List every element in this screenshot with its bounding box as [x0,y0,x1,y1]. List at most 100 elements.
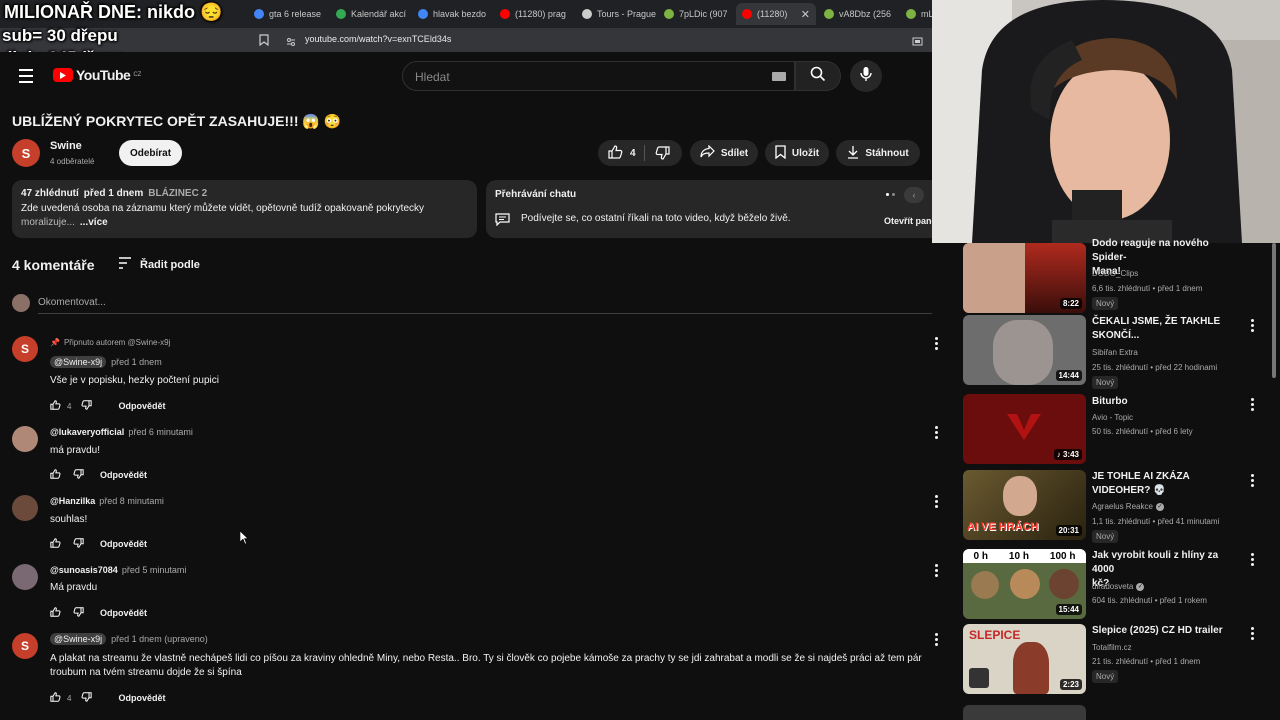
cast-icon[interactable] [912,34,923,52]
video-thumbnail[interactable]: 8:22 [963,243,1086,313]
reply-button[interactable]: Odpovědět [100,539,147,549]
comment-time[interactable]: před 6 minutami [128,427,193,437]
open-chat-button[interactable]: Otevřít pane [876,213,932,229]
comment-author[interactable]: @sunoasis7084 [50,565,118,575]
video-channel[interactable]: DODO_Clips [1092,269,1138,278]
comment-menu-icon[interactable] [935,337,938,350]
browser-tab[interactable]: 7pLDic (907 [658,3,736,25]
share-button[interactable]: Sdílet [690,140,758,166]
browser-tab-active[interactable]: (11280) ✕ [736,3,816,25]
video-title: UBLÍŽENÝ POKRYTEC OPĚT ZASAHUJE!!! 😱 😳 [12,113,342,129]
tab-favicon-icon [336,9,346,19]
video-channel[interactable]: Totalfilm.cz [1092,643,1132,652]
thumbs-down-icon[interactable] [81,689,93,707]
browser-tab[interactable]: (11280) prag [494,3,576,25]
tab-favicon-icon [664,9,674,19]
comment-avatar[interactable] [12,564,38,590]
search-input[interactable]: Hledat [402,61,795,91]
comment-avatar[interactable]: S [12,336,38,362]
video-channel[interactable]: Agraelus Reakce ✓ [1092,502,1164,511]
video-thumbnail[interactable]: SLEPICE 2:23 [963,624,1086,694]
browser-tab[interactable]: Tours - Prague [576,3,658,25]
video-thumbnail[interactable]: 14:44 [963,315,1086,385]
thumbs-up-icon[interactable] [50,689,61,707]
thumbs-up-icon[interactable] [50,466,61,484]
comment-author[interactable]: @Hanzilka [50,496,95,506]
comment-menu-icon[interactable] [935,633,938,646]
video-title[interactable]: ČEKALI JSME, ŽE TAKHLE SKONČÍ... [1092,315,1242,343]
reply-button[interactable]: Odpovědět [118,401,165,411]
tab-close-icon[interactable]: ✕ [801,8,810,21]
thumbs-down-icon[interactable] [73,604,84,622]
video-thumbnail[interactable]: ♪ 3:43 [963,394,1086,464]
site-info-icon[interactable] [286,34,296,52]
comment-avatar[interactable]: S [12,633,38,659]
comment-time[interactable]: před 1 dnem [111,357,162,367]
voice-search-button[interactable] [850,60,882,92]
description-box[interactable]: 47 zhlédnutí před 1 dnem BLÁZINEC 2 Zde … [12,180,477,238]
browser-tab[interactable]: Kalendář akcí [330,3,412,25]
thumbs-down-icon[interactable] [73,535,84,553]
comment-text-line1: A plakat na streamu že vlastně nechápeš … [50,653,922,664]
bookmark-icon[interactable] [259,33,269,51]
video-thumbnail-partial[interactable] [963,705,1086,720]
comment-menu-icon[interactable] [935,564,938,577]
browser-tab[interactable]: vA8Dbz (256 [818,3,900,25]
video-meta: 25 tis. zhlédnutí • před 22 hodinami [1092,363,1218,372]
video-menu-icon[interactable] [1251,319,1254,332]
thumbs-down-icon[interactable] [81,397,93,415]
video-channel[interactable]: diradosveta ✓ [1092,582,1145,591]
comment-time[interactable]: před 5 minutami [122,565,187,575]
video-channel[interactable]: Avio - Topic [1092,413,1133,422]
comment-author[interactable]: @lukaveryofficial [50,427,124,437]
reply-button[interactable]: Odpovědět [118,693,165,703]
chevron-left-icon[interactable]: ‹ [904,187,924,203]
thumbs-up-icon[interactable] [50,604,61,622]
video-title[interactable]: JE TOHLE AI ZKÁZA VIDEOHER? 💀 [1092,470,1242,498]
browser-tab[interactable]: gta 6 release [248,3,330,25]
video-channel[interactable]: Sibiřan Extra [1092,348,1138,357]
video-title[interactable]: Biturbo [1092,395,1242,409]
url-field[interactable]: youtube.com/watch?v=exnTCEld34s [305,34,451,44]
sidebar-scrollbar[interactable] [1272,243,1276,378]
video-menu-icon[interactable] [1251,627,1254,640]
browser-tab[interactable]: mL [900,3,932,25]
comment-menu-icon[interactable] [935,426,938,439]
video-title[interactable]: Slepice (2025) CZ HD trailer [1092,624,1242,638]
video-menu-icon[interactable] [1251,474,1254,487]
sort-button[interactable]: Řadit podle [118,257,200,272]
comment-avatar[interactable] [12,426,38,452]
save-button[interactable]: Uložit [765,140,829,166]
comment-time[interactable]: před 1 dnem (upraveno) [111,634,208,644]
thumbs-up-icon[interactable] [50,397,61,415]
comment-avatar[interactable] [12,495,38,521]
pin-icon: 📌 [50,338,60,347]
download-button[interactable]: Stáhnout [836,140,920,166]
channel-avatar[interactable]: S [12,139,40,167]
comment-actions: Odpovědět [50,466,147,484]
comment-menu-icon[interactable] [935,495,938,508]
subscribe-button[interactable]: Odebírat [119,140,182,166]
comment-time[interactable]: před 8 minutami [99,496,164,506]
video-thumbnail[interactable]: AI VE HRÁCH 20:31 [963,470,1086,540]
comment-author[interactable]: @Swine-x9j [50,633,107,645]
reply-button[interactable]: Odpovědět [100,608,147,618]
keyboard-icon[interactable] [772,72,786,81]
like-button[interactable]: 4 [608,144,636,162]
thumbs-down-icon[interactable] [73,466,84,484]
reply-button[interactable]: Odpovědět [100,470,147,480]
video-thumbnail[interactable]: 0 h 10 h 100 h 15:44 [963,549,1086,619]
browser-tab[interactable]: hlavak bezdo [412,3,494,25]
thumbs-up-icon[interactable] [50,535,61,553]
youtube-logo[interactable]: YouTube CZ [53,67,141,83]
add-comment-input[interactable]: Okomentovat... [38,297,106,308]
search-button[interactable] [795,61,841,91]
dislike-button[interactable] [655,146,670,163]
channel-name[interactable]: Swine [50,140,82,152]
menu-icon[interactable] [19,69,33,83]
sort-icon [118,257,132,272]
description-more-link[interactable]: ...více [80,217,108,228]
video-menu-icon[interactable] [1251,553,1254,566]
video-menu-icon[interactable] [1251,398,1254,411]
comment-author[interactable]: @Swine-x9j [50,356,107,368]
